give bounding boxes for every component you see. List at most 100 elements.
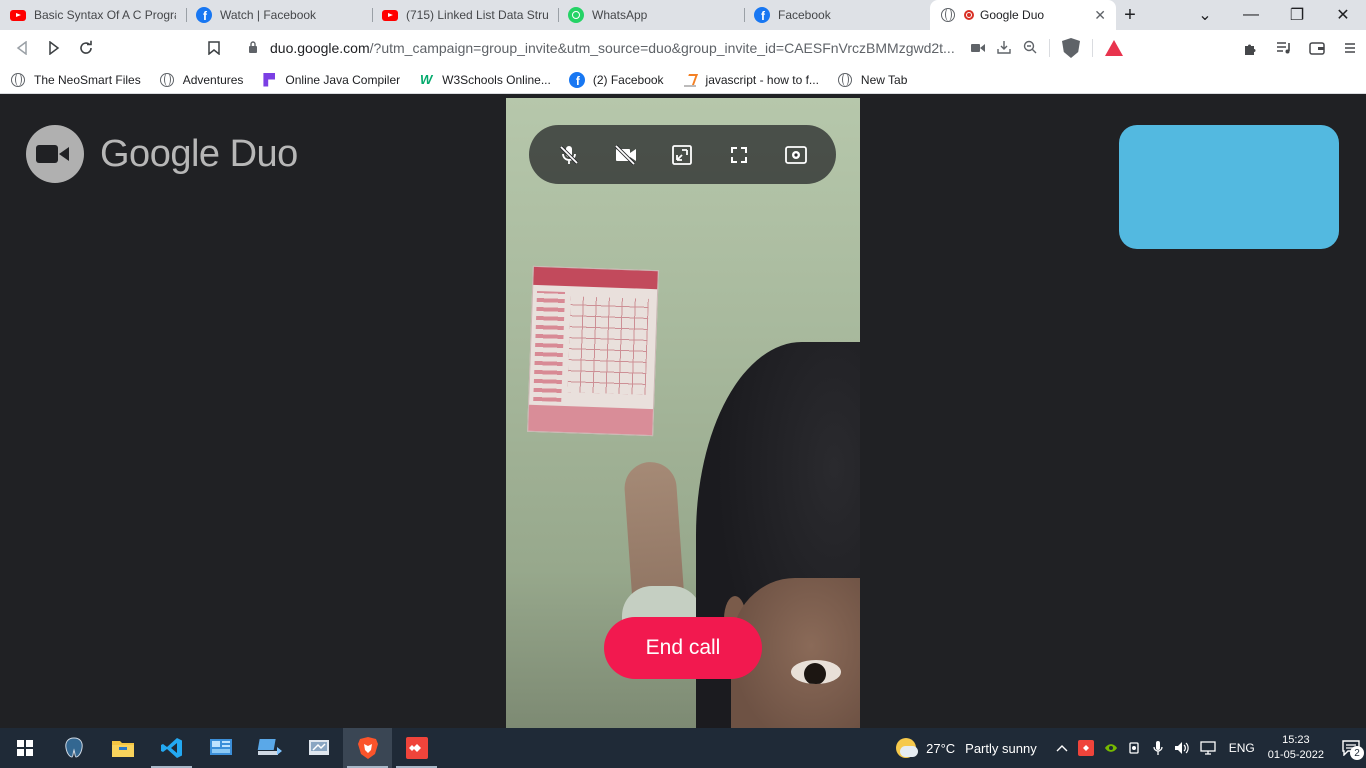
duo-call-page: Google Duo End call bbox=[0, 98, 1366, 728]
restore-button[interactable]: ❐ bbox=[1274, 0, 1320, 30]
bookmark-label: Online Java Compiler bbox=[285, 72, 401, 87]
anydesk-tray-icon[interactable] bbox=[1077, 740, 1094, 756]
logo-text: Google Duo bbox=[100, 132, 298, 175]
weather-text: Partly sunny bbox=[965, 740, 1037, 756]
tab-title: WhatsApp bbox=[592, 8, 648, 22]
tool-app[interactable] bbox=[294, 728, 343, 768]
camera-in-use-icon[interactable] bbox=[971, 40, 985, 56]
tab-linked-list[interactable]: (715) Linked List Data Structure bbox=[372, 0, 558, 30]
bookmark-icon bbox=[208, 41, 220, 55]
fullscreen-icon[interactable] bbox=[719, 135, 759, 175]
youtube-icon bbox=[10, 7, 26, 23]
nvidia-icon[interactable] bbox=[1104, 742, 1118, 754]
tab-basic-syntax[interactable]: Basic Syntax Of A C Program bbox=[0, 0, 186, 30]
lock-icon[interactable] bbox=[248, 40, 264, 56]
windows-taskbar: 27°C Partly sunny ENG 15:23 01-05-2022 2 bbox=[0, 728, 1366, 768]
back-button[interactable] bbox=[6, 32, 38, 64]
network-status-icon[interactable] bbox=[1200, 741, 1216, 755]
tab-whatsapp[interactable]: WhatsApp bbox=[558, 0, 744, 30]
bookmark-label: New Tab bbox=[860, 72, 908, 87]
network-icon bbox=[257, 739, 282, 755]
tab-title: Watch | Facebook bbox=[220, 8, 317, 22]
bookmark-facebook[interactable]: f (2) Facebook bbox=[568, 71, 664, 88]
brave-app[interactable] bbox=[343, 728, 392, 768]
url-domain: duo.google.com bbox=[270, 40, 370, 56]
call-controls-bar bbox=[529, 125, 836, 184]
control-panel-app[interactable] bbox=[196, 728, 245, 768]
tab-facebook[interactable]: f Facebook bbox=[744, 0, 930, 30]
close-window-button[interactable]: ✕ bbox=[1320, 0, 1366, 30]
end-call-button[interactable]: End call bbox=[604, 617, 762, 679]
bookmark-new-tab[interactable]: New Tab bbox=[837, 72, 907, 88]
tab-google-duo[interactable]: Google Duo ✕ bbox=[930, 0, 1116, 30]
volume-icon[interactable] bbox=[1174, 741, 1190, 755]
wallet-icon[interactable] bbox=[1300, 30, 1333, 66]
clock[interactable]: 15:23 01-05-2022 bbox=[1268, 733, 1324, 763]
bookmark-adventures[interactable]: Adventures bbox=[159, 72, 243, 88]
show-hidden-icons-chevron-icon[interactable] bbox=[1056, 744, 1068, 752]
address-bar[interactable]: duo.google.com/?utm_campaign=group_invit… bbox=[236, 33, 1129, 63]
notification-badge: 2 bbox=[1350, 746, 1364, 760]
microphone-icon[interactable] bbox=[1152, 740, 1164, 756]
bookmark-button[interactable] bbox=[198, 32, 230, 64]
youtube-icon bbox=[382, 7, 398, 23]
programiz-icon bbox=[261, 72, 277, 88]
camera-in-use-tray-icon[interactable] bbox=[1128, 741, 1142, 755]
url-text: duo.google.com/?utm_campaign=group_invit… bbox=[270, 40, 960, 56]
brave-rewards-icon[interactable] bbox=[1105, 40, 1123, 56]
bookmark-java-compiler[interactable]: Online Java Compiler bbox=[261, 72, 400, 88]
install-app-icon[interactable] bbox=[997, 40, 1011, 57]
anydesk-app[interactable] bbox=[392, 728, 441, 768]
tab-search-chevron-icon[interactable]: ⌄ bbox=[1182, 0, 1228, 30]
forward-button[interactable] bbox=[38, 32, 70, 64]
close-tab-icon[interactable]: ✕ bbox=[1094, 7, 1106, 24]
clock-time: 15:23 bbox=[1282, 734, 1310, 746]
browser-toolbar: duo.google.com/?utm_campaign=group_invit… bbox=[0, 30, 1366, 66]
control-panel-icon bbox=[209, 739, 232, 755]
new-tab-button[interactable]: + bbox=[1116, 0, 1144, 30]
w3schools-icon: W bbox=[419, 72, 433, 87]
globe-icon bbox=[10, 72, 26, 88]
mic-off-icon[interactable] bbox=[549, 135, 589, 175]
pgadmin-app[interactable] bbox=[49, 728, 98, 768]
tab-watch-facebook[interactable]: f Watch | Facebook bbox=[186, 0, 372, 30]
anydesk-icon bbox=[405, 737, 428, 759]
system-tray: 27°C Partly sunny ENG 15:23 01-05-2022 2 bbox=[896, 728, 1366, 768]
recording-icon bbox=[964, 10, 974, 20]
whatsapp-icon bbox=[568, 7, 584, 23]
settings-icon[interactable] bbox=[776, 135, 816, 175]
camera-off-icon[interactable] bbox=[606, 135, 646, 175]
brave-icon bbox=[357, 737, 378, 759]
bookmark-stackoverflow[interactable]: javascript - how to f... bbox=[682, 72, 819, 88]
start-button[interactable] bbox=[0, 728, 49, 768]
vscode-app[interactable] bbox=[147, 728, 196, 768]
menu-icon[interactable] bbox=[1333, 30, 1366, 66]
pgadmin-icon bbox=[64, 737, 83, 758]
language-indicator[interactable]: ENG bbox=[1229, 741, 1255, 755]
self-view-preview[interactable] bbox=[1119, 125, 1339, 249]
extensions-icon[interactable] bbox=[1234, 30, 1267, 66]
globe-icon bbox=[159, 72, 175, 88]
duo-camera-icon bbox=[26, 125, 84, 183]
bookmarks-bar: The NeoSmart Files Adventures Online Jav… bbox=[0, 66, 1366, 94]
bookmark-label: (2) Facebook bbox=[592, 72, 664, 87]
brave-shield-icon[interactable] bbox=[1062, 38, 1080, 58]
clock-date: 01-05-2022 bbox=[1267, 749, 1324, 761]
globe-icon bbox=[837, 72, 853, 88]
file-explorer-app[interactable] bbox=[98, 728, 147, 768]
back-icon bbox=[16, 41, 27, 55]
bookmark-w3schools[interactable]: W W3Schools Online... bbox=[418, 72, 551, 88]
tab-title: Facebook bbox=[778, 8, 831, 22]
minimize-button[interactable]: — bbox=[1228, 0, 1274, 30]
picture-in-picture-icon[interactable] bbox=[662, 135, 702, 175]
facebook-icon: f bbox=[754, 7, 770, 23]
bookmark-neosmart[interactable]: The NeoSmart Files bbox=[10, 72, 141, 88]
notification-center-button[interactable]: 2 bbox=[1336, 728, 1366, 768]
weather-widget[interactable]: 27°C Partly sunny bbox=[896, 738, 1037, 758]
network-app[interactable] bbox=[245, 728, 294, 768]
bookmark-label: The NeoSmart Files bbox=[34, 72, 141, 87]
bookmark-label: javascript - how to f... bbox=[705, 72, 819, 87]
reload-button[interactable] bbox=[70, 32, 102, 64]
media-controls-icon[interactable] bbox=[1267, 30, 1300, 66]
zoom-icon[interactable] bbox=[1023, 40, 1037, 57]
